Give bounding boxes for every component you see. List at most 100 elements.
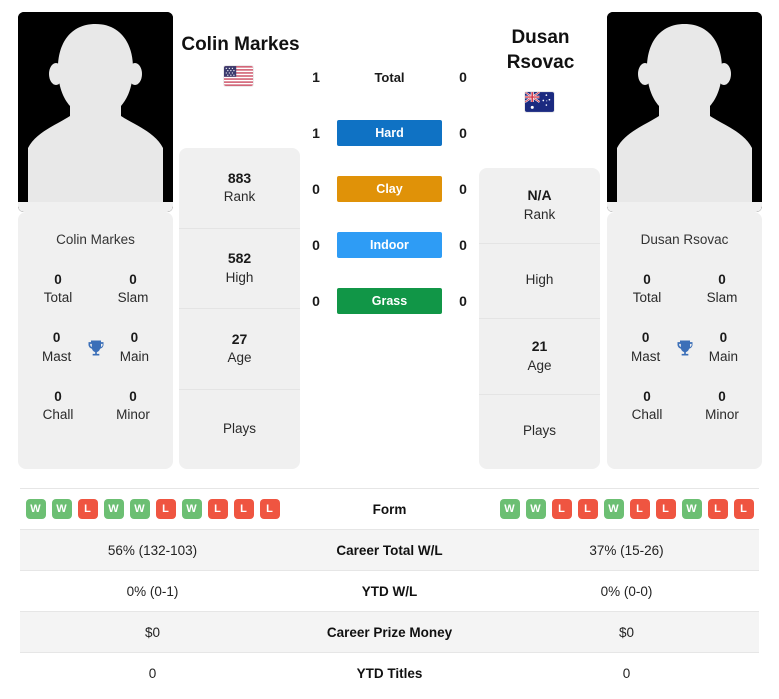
surface-score-left-grass: 0 bbox=[312, 293, 320, 309]
surface-score-left-indoor: 0 bbox=[312, 237, 320, 253]
career-wl-left: 56% (132-103) bbox=[20, 529, 285, 571]
person-silhouette-icon bbox=[607, 12, 762, 212]
form-badge[interactable]: W bbox=[525, 499, 546, 519]
surface-score-right-total: 0 bbox=[459, 69, 467, 85]
surface-badge-hard[interactable]: Hard bbox=[337, 120, 442, 146]
form-badge[interactable]: L bbox=[707, 499, 728, 519]
form-badge[interactable]: W bbox=[103, 499, 124, 519]
age-segment-right: 21 Age bbox=[479, 319, 600, 395]
surface-badge-clay[interactable]: Clay bbox=[337, 176, 442, 202]
rank-value-left: 883 bbox=[227, 169, 252, 186]
form-badge[interactable]: L bbox=[551, 499, 572, 519]
table-row-ytd-wl: 0% (0-1) YTD W/L 0% (0-0) bbox=[20, 570, 759, 612]
titles-main-right: 0 Main bbox=[699, 329, 748, 365]
titles-total-value: 0 bbox=[54, 272, 62, 287]
titles-total-label: Total bbox=[43, 290, 73, 306]
form-badge[interactable]: W bbox=[181, 499, 202, 519]
titles-minor-value: 0 bbox=[718, 388, 726, 404]
titles-mast-label: Mast bbox=[631, 348, 661, 364]
form-badge[interactable]: L bbox=[259, 499, 280, 519]
comparison-header: Colin Markes 0 Total 0 Slam 0 Mast 0 Mai… bbox=[0, 0, 779, 478]
titles-mast-value: 0 bbox=[52, 330, 61, 346]
form-badge[interactable]: L bbox=[577, 499, 598, 519]
titles-mast-label: Mast bbox=[42, 348, 72, 364]
age-segment-left: 27 Age bbox=[179, 309, 300, 390]
form-badge[interactable]: W bbox=[51, 499, 72, 519]
titles-chall-label: Chall bbox=[631, 407, 663, 423]
titles-row-total-slam-right: 0 Total 0 Slam bbox=[607, 271, 762, 307]
player-titles-card-right: Dusan Rsovac 0 Total 0 Slam 0 Mast 0 Mai… bbox=[607, 212, 762, 469]
surface-score-left-hard: 1 bbox=[312, 125, 320, 141]
high-label-right: High bbox=[525, 272, 554, 288]
surface-score-left-clay: 0 bbox=[312, 181, 320, 197]
prize-money-left: $0 bbox=[20, 611, 285, 653]
form-badge[interactable]: W bbox=[603, 499, 624, 519]
form-badge[interactable]: L bbox=[77, 499, 98, 519]
surface-badge-grass[interactable]: Grass bbox=[337, 288, 442, 314]
plays-label-left: Plays bbox=[222, 420, 256, 436]
form-badges-right: W W L L W L L W L L bbox=[494, 499, 759, 519]
titles-slam-right: 0 Slam bbox=[696, 271, 748, 307]
prize-money-right: $0 bbox=[494, 611, 759, 653]
player-name-left[interactable]: Colin Markes bbox=[178, 33, 303, 58]
form-badge[interactable]: L bbox=[207, 499, 228, 519]
form-badge[interactable]: W bbox=[681, 499, 702, 519]
titles-row-total-slam-left: 0 Total 0 Slam bbox=[18, 271, 173, 307]
high-value-left: 582 bbox=[227, 250, 252, 267]
titles-row-mast-main-right: 0 Mast 0 Main bbox=[607, 329, 762, 365]
titles-mast-left: 0 Mast bbox=[32, 329, 81, 365]
table-row-career-prize-money: $0 Career Prize Money $0 bbox=[20, 611, 759, 653]
age-value-left: 27 bbox=[231, 330, 248, 347]
form-badge[interactable]: L bbox=[629, 499, 650, 519]
form-badge[interactable]: W bbox=[25, 499, 46, 519]
player-card-name-right: Dusan Rsovac bbox=[640, 232, 729, 247]
stat-label-career-prize-money: Career Prize Money bbox=[285, 611, 494, 653]
career-wl-right: 37% (15-26) bbox=[494, 529, 759, 571]
trophy-icon bbox=[81, 338, 109, 358]
form-badge[interactable]: W bbox=[499, 499, 520, 519]
surface-score-right-hard: 0 bbox=[459, 125, 467, 141]
player-name-right[interactable]: Dusan Rsovac bbox=[478, 26, 603, 75]
high-segment-right: High bbox=[479, 244, 600, 320]
stat-label-ytd-wl: YTD W/L bbox=[285, 570, 494, 612]
titles-chall-value: 0 bbox=[643, 388, 651, 404]
high-label-left: High bbox=[225, 269, 254, 285]
titles-main-label: Main bbox=[708, 348, 738, 364]
titles-minor-value: 0 bbox=[129, 388, 137, 404]
form-badge[interactable]: L bbox=[233, 499, 254, 519]
age-label-right: Age bbox=[527, 357, 552, 373]
high-segment-left: 582 High bbox=[179, 229, 300, 310]
titles-total-value: 0 bbox=[643, 272, 651, 287]
plays-segment-right: Plays bbox=[479, 395, 600, 469]
surface-score-right-grass: 0 bbox=[459, 293, 467, 309]
titles-slam-value: 0 bbox=[129, 272, 137, 287]
titles-minor-label: Minor bbox=[705, 407, 739, 423]
rank-value-right: N/A bbox=[527, 187, 552, 204]
ytd-wl-right: 0% (0-0) bbox=[494, 570, 759, 612]
form-badges-left: W W L W W L W L L L bbox=[20, 499, 285, 519]
us-flag-icon bbox=[224, 66, 253, 86]
titles-chall-left: 0 Chall bbox=[32, 388, 84, 424]
surface-score-right-clay: 0 bbox=[459, 181, 467, 197]
person-silhouette-icon bbox=[18, 12, 173, 212]
stat-label-ytd-titles: YTD Titles bbox=[285, 652, 494, 694]
form-badge[interactable]: L bbox=[655, 499, 676, 519]
surface-row-total: 1 Total 0 bbox=[303, 60, 476, 94]
player-card-name-left: Colin Markes bbox=[56, 232, 135, 247]
rank-label-right: Rank bbox=[523, 206, 556, 222]
titles-minor-left: 0 Minor bbox=[107, 388, 159, 424]
titles-main-label: Main bbox=[119, 348, 149, 364]
player-name-right-line1: Dusan bbox=[511, 27, 570, 48]
surface-badge-indoor[interactable]: Indoor bbox=[337, 232, 442, 258]
comparison-stats-table: W W L W W L W L L L Form W W L L W L L W… bbox=[20, 488, 759, 694]
player-photo-left bbox=[18, 12, 173, 212]
titles-row-chall-minor-left: 0 Chall 0 Minor bbox=[18, 388, 173, 424]
surface-badge-total[interactable]: Total bbox=[337, 64, 442, 91]
form-badge[interactable]: W bbox=[129, 499, 150, 519]
au-flag-icon bbox=[525, 92, 554, 112]
form-badge[interactable]: L bbox=[155, 499, 176, 519]
form-badge[interactable]: L bbox=[733, 499, 754, 519]
player-photo-right bbox=[607, 12, 762, 212]
rank-segment-left: 883 Rank bbox=[179, 148, 300, 229]
table-row-career-total-wl: 56% (132-103) Career Total W/L 37% (15-2… bbox=[20, 529, 759, 571]
